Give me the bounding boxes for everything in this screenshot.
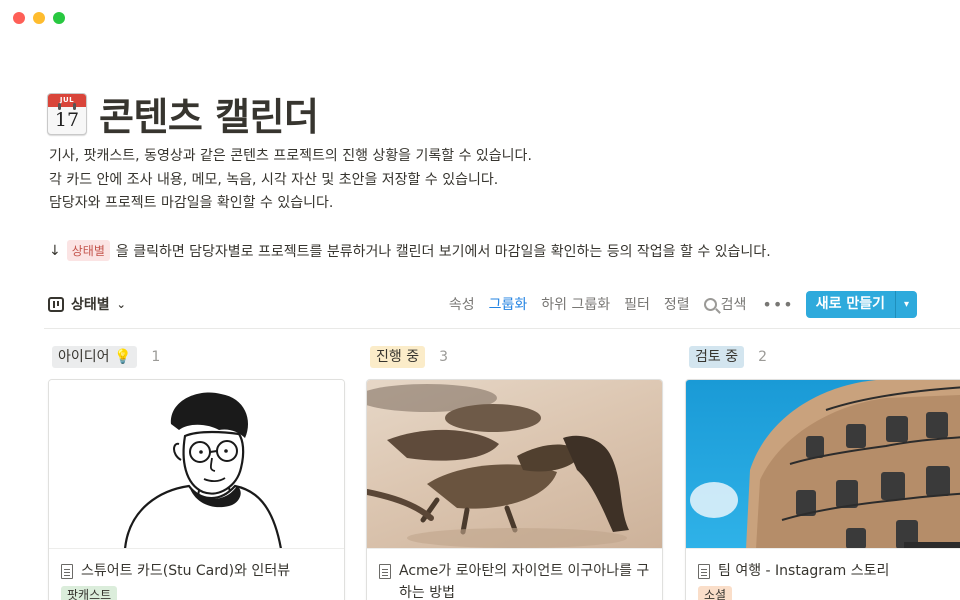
description-line: 담당자와 프로젝트 마감일을 확인할 수 있습니다. <box>49 195 334 211</box>
window-controls <box>13 12 65 24</box>
board-card[interactable]: 스튜어트 카드(Stu Card)와 인터뷰 팟캐스트 <box>48 379 345 600</box>
properties-button[interactable]: 속성 <box>442 294 482 314</box>
group-button[interactable]: 그룹화 <box>482 294 535 314</box>
view-switcher[interactable]: 상태별 ⌄ <box>48 294 126 314</box>
search-icon <box>703 297 717 311</box>
page-icon <box>698 564 710 579</box>
status-tag: 진행 중 <box>370 346 426 368</box>
page-header: JUL 17 콘텐츠 캘린더 <box>47 86 319 141</box>
building-photo-illustration <box>690 380 960 548</box>
column-count: 2 <box>758 349 768 365</box>
new-dropdown-chevron-icon[interactable]: ▾ <box>895 290 917 318</box>
chevron-down-icon: ⌄ <box>116 297 126 311</box>
card-title: 스튜어트 카드(Stu Card)와 인터뷰 <box>81 563 291 579</box>
view-label: 상태별 <box>71 297 110 313</box>
column-count: 1 <box>151 349 161 365</box>
status-view-pill: 상태별 <box>66 240 110 261</box>
calendar-icon[interactable]: JUL 17 <box>47 92 87 135</box>
minimize-window-button[interactable] <box>33 12 45 24</box>
view-tools: 속성 그룹화 하위 그룹화 필터 정렬 검색 ••• 새로 만들기 ▾ <box>442 290 917 318</box>
database-toolbar: 상태별 ⌄ 속성 그룹화 하위 그룹화 필터 정렬 검색 ••• 새로 만들기 … <box>48 290 917 318</box>
zoom-window-button[interactable] <box>53 12 65 24</box>
down-arrow-icon: ↓ <box>49 242 61 259</box>
card-type-tag: 소셜 <box>698 586 733 600</box>
page-icon <box>379 564 391 579</box>
card-cover-iguanas-photo <box>367 380 662 549</box>
close-window-button[interactable] <box>13 12 25 24</box>
search-label: 검색 <box>720 297 747 313</box>
card-title-row: 스튜어트 카드(Stu Card)와 인터뷰 <box>49 549 344 582</box>
status-tag: 검토 중 <box>689 346 745 368</box>
subgroup-button[interactable]: 하위 그룹화 <box>534 294 617 314</box>
card-title: Acme가 로아탄의 자이언트 이구아나를 구하는 방법 <box>399 563 650 600</box>
description-line: 기사, 팟캐스트, 동영상과 같은 콘텐츠 프로젝트의 진행 상황을 기록할 수… <box>49 148 532 164</box>
column-count: 3 <box>439 349 449 365</box>
card-title: 팀 여행 - Instagram 스토리 <box>718 563 890 579</box>
board-card[interactable]: 팀 여행 - Instagram 스토리 소셜 <box>685 379 960 600</box>
portrait-illustration <box>124 392 282 548</box>
sort-button[interactable]: 정렬 <box>657 294 697 314</box>
card-type-tag: 팟캐스트 <box>61 586 118 600</box>
search-button[interactable]: 검색 <box>697 294 754 314</box>
hint-text: 을 클릭하면 담당자별로 프로젝트를 분류하거나 캘린더 보기에서 마감일을 확… <box>115 243 771 260</box>
card-cover-building-photo <box>686 380 960 549</box>
calendar-rings <box>48 102 86 110</box>
column-header-in-review[interactable]: 검토 중 2 <box>689 346 767 368</box>
page-description: 기사, 팟캐스트, 동영상과 같은 콘텐츠 프로젝트의 진행 상황을 기록할 수… <box>49 145 532 216</box>
page-title[interactable]: 콘텐츠 캘린더 <box>99 86 319 141</box>
card-cover-illustrated-portrait <box>49 380 344 549</box>
calendar-day: 17 <box>54 108 80 131</box>
new-button-group: 새로 만들기 ▾ <box>805 290 917 318</box>
page-icon <box>61 564 73 579</box>
hint-line: ↓ 상태별 을 클릭하면 담당자별로 프로젝트를 분류하거나 캘린더 보기에서 … <box>49 240 771 261</box>
card-title-row: Acme가 로아탄의 자이언트 이구아나를 구하는 방법 <box>367 549 662 600</box>
column-header-in-progress[interactable]: 진행 중 3 <box>370 346 448 368</box>
description-line: 각 카드 안에 조사 내용, 메모, 녹음, 시각 자산 및 초안을 저장할 수… <box>49 171 499 188</box>
card-title-row: 팀 여행 - Instagram 스토리 <box>686 549 960 582</box>
filter-button[interactable]: 필터 <box>617 294 657 314</box>
column-header-idea[interactable]: 아이디어 💡 1 <box>52 346 160 368</box>
iguanas-photo-illustration <box>367 384 629 548</box>
new-button[interactable]: 새로 만들기 <box>805 290 895 318</box>
board-card[interactable]: Acme가 로아탄의 자이언트 이구아나를 구하는 방법 <box>366 379 663 600</box>
board-view-icon <box>48 296 64 312</box>
status-tag: 아이디어 💡 <box>52 346 138 368</box>
toolbar-divider <box>44 328 960 329</box>
more-options-icon[interactable]: ••• <box>753 295 802 314</box>
